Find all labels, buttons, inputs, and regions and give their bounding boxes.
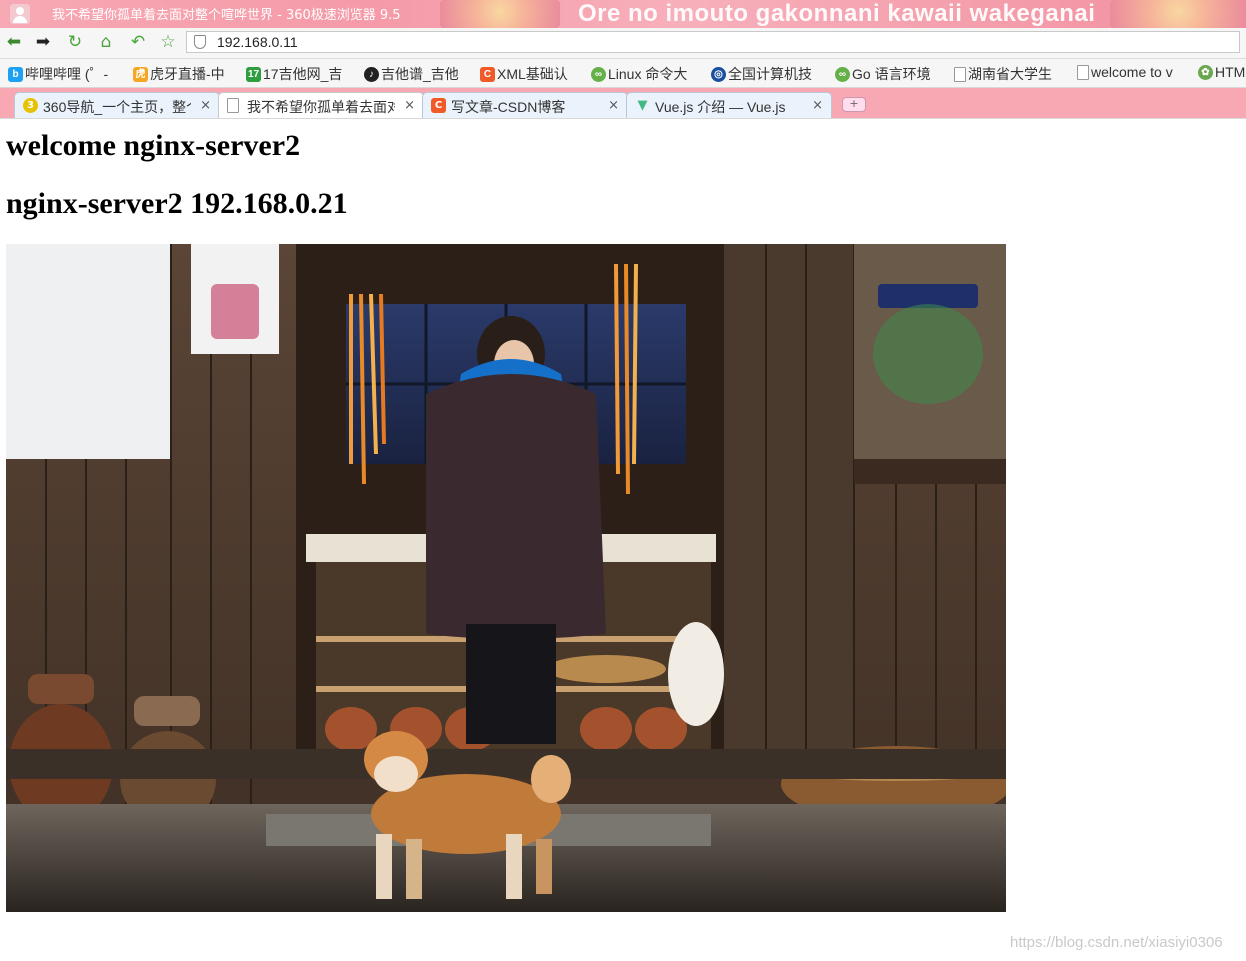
bookmark-label: 全国计算机技 [728,66,812,82]
360-icon: 3 [23,98,38,113]
tab-label: 写文章-CSDN博客 [451,99,566,115]
tab-csdn[interactable]: C 写文章-CSDN博客 × [422,92,628,118]
anime-decoration [440,0,560,28]
bookmark-item[interactable]: welcome to v [1077,64,1173,80]
bilibili-icon: b [8,66,23,82]
bookmark-label: 虎牙直播-中 [150,66,225,82]
bookmark-item[interactable]: ◎ 全国计算机技 [711,64,812,84]
ncre-icon: ◎ [711,66,726,82]
bookmark-label: welcome to v [1091,64,1173,80]
linux-icon: ∞ [591,66,606,82]
title-bar: 我不希望你孤单着去面对整个喧哗世界 - 360极速浏览器 9.5 Ore no … [0,0,1246,28]
forward-icon[interactable]: ➡ [32,31,54,53]
tab-current-page[interactable]: 我不希望你孤单着去面对整个喧哗世界 × [218,92,424,118]
bookmark-item[interactable]: ✿ HTM [1198,64,1245,80]
close-icon[interactable]: × [200,98,211,113]
tab-vue[interactable]: ▼ Vue.js 介绍 — Vue.js × [626,92,832,118]
csdn-icon: C [480,66,495,82]
bookmark-item[interactable]: ∞ Go 语言环境 [835,64,931,84]
bookmark-label: 哔哩哔哩 (゜- [25,66,109,82]
bookmark-item[interactable]: ♪ 吉他谱_吉他 [364,64,459,84]
page-heading-server: nginx-server2 192.168.0.21 [6,187,348,220]
plant-icon: ✿ [1198,64,1213,80]
photo-image [6,244,1006,912]
close-icon[interactable]: × [404,98,415,113]
go-icon: ∞ [835,66,850,82]
csdn-icon: C [431,98,446,113]
vue-icon: ▼ [637,98,648,113]
page-heading-welcome: welcome nginx-server2 [6,129,301,162]
star-icon[interactable]: ☆ [157,31,179,53]
close-icon[interactable]: × [812,98,823,113]
back-icon[interactable]: ⬅ [3,31,25,53]
skin-banner-text: Ore no imouto gakonnani kawaii wakeganai [578,0,1096,27]
page-content: welcome nginx-server2 nginx-server2 192.… [6,119,1246,961]
security-shield-icon[interactable] [194,35,206,49]
bookmark-item[interactable]: 湖南省大学生 [954,64,1052,84]
tab-label: Vue.js 介绍 — Vue.js [655,99,786,115]
page-icon [1077,64,1089,80]
new-tab-button[interactable]: + [842,97,866,112]
bookmark-label: 吉他谱_吉他 [381,66,459,82]
url-text[interactable]: 192.168.0.11 [217,34,298,50]
bookmark-item[interactable]: C XML基础认 [480,64,568,84]
bookmark-item[interactable]: 17 17吉他网_吉 [246,64,342,84]
bookmark-item[interactable]: b 哔哩哔哩 (゜- [8,64,108,84]
bookmark-item[interactable]: 虎虎牙直播-中 [133,64,225,84]
user-avatar-icon[interactable] [10,4,30,24]
bookmarks-bar: b 哔哩哔哩 (゜- 虎虎牙直播-中 17 17吉他网_吉 ♪ 吉他谱_吉他 C XML… [0,59,1246,88]
bookmark-label: 湖南省大学生 [968,66,1052,82]
page-icon [954,66,966,82]
watermark-text: https://blog.csdn.net/xiasiyi0306 [1010,934,1223,951]
tab-bar: 3 360导航_一个主页，整个世界 × 我不希望你孤单着去面对整个喧哗世界 × … [0,88,1246,119]
bookmark-label: HTM [1215,64,1246,80]
bookmark-item[interactable]: ∞ Linux 命令大 [591,64,687,84]
refresh-icon[interactable]: ↻ [64,31,86,53]
anime-decoration [1110,0,1246,28]
close-icon[interactable]: × [608,98,619,113]
window-title: 我不希望你孤单着去面对整个喧哗世界 - 360极速浏览器 9.5 [52,8,401,23]
home-icon[interactable]: ⌂ [95,31,117,53]
bookmark-label: XML基础认 [497,66,568,82]
tab-360-navigation[interactable]: 3 360导航_一个主页，整个世界 × [14,92,220,118]
bookmark-label: Go 语言环境 [852,66,931,82]
bookmark-label: 17吉他网_吉 [263,66,343,82]
bookmark-label: Linux 命令大 [608,66,688,82]
tab-label: 360导航_一个主页，整个世界 [43,99,191,115]
undo-icon[interactable]: ↶ [127,31,149,53]
page-icon [227,98,239,113]
huya-icon: 虎 [133,66,148,82]
guitar17-icon: 17 [246,66,261,82]
navigation-bar: ⬅ ➡ ↻ ⌂ ↶ ☆ 192.168.0.11 [0,28,1246,59]
guitar-tab-icon: ♪ [364,66,379,82]
address-bar[interactable]: 192.168.0.11 [186,31,1240,53]
tab-label: 我不希望你孤单着去面对整个喧哗世界 [247,99,395,115]
